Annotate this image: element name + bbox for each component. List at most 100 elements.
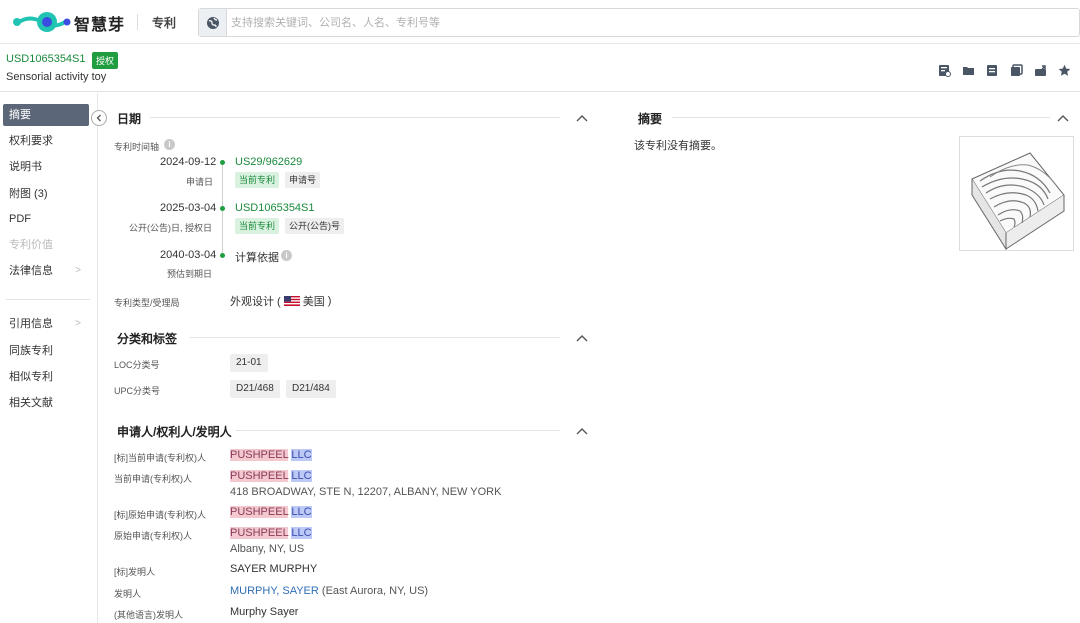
action-toolbar [936,62,1072,78]
name-part: PUSHPEEL [230,470,289,482]
us-flag-icon [283,296,300,306]
type-close: ) [327,295,332,307]
sidebar-item-pdf[interactable]: PDF [3,208,89,230]
section-divider [150,117,560,118]
inventor-link[interactable]: MURPHY, SAYER [230,585,319,597]
patent-type-label: 专利类型/受理局 [114,298,180,308]
timeline-dot [220,160,225,165]
party-name[interactable]: PUSHPEEL LLC [230,470,312,482]
copy-icon[interactable] [1008,62,1024,78]
party-address: Albany, NY, US [230,543,305,555]
upc-chip[interactable]: D21/468 [230,380,280,398]
party-name[interactable]: PUSHPEEL LLC [230,506,312,518]
patent-type-value: 外观设计 ( 美国) [230,293,331,309]
collapse-section-icon[interactable] [576,333,588,343]
report-icon[interactable] [984,62,1000,78]
sidebar-item-literature[interactable]: 相关文献 [3,392,89,414]
sidebar-item-legal[interactable]: 法律信息 > [3,260,89,282]
party-label: [标]发明人 [114,567,156,577]
search-box[interactable] [198,8,1080,37]
patent-drawing-image [971,152,1065,251]
application-number-tag: 申请号 [285,172,321,188]
chevron-left-icon [96,114,101,122]
sidebar-item-similar[interactable]: 相似专利 [3,366,89,388]
event-sublabel: 申请日 [186,177,214,187]
sidebar-item-value: 专利价值 [9,239,53,251]
loc-chip[interactable]: 21-01 [230,354,268,372]
name-part: PUSHPEEL [230,449,289,461]
info-icon[interactable]: i [281,250,292,261]
application-number-link[interactable]: US29/962629 [235,156,302,168]
timeline-dot [220,253,225,258]
patent-title: Sensorial activity toy [6,71,107,83]
event-date: 2025-03-04 [160,202,217,214]
party-name[interactable]: PUSHPEEL LLC [230,449,312,461]
patent-header: USD1065354S1 授权 Sensorial activity toy [0,45,1080,92]
event-date: 2040-03-04 [160,249,217,261]
inventor-location: (East Aurora, NY, US) [321,585,429,597]
sidebar-item-description[interactable]: 说明书 [3,156,89,178]
name-part: LLC [291,506,312,518]
name-part: PUSHPEEL [230,527,289,539]
search-input[interactable] [231,14,1061,32]
status-badge: 授权 [92,52,119,69]
chevron-right-icon: > [75,318,81,329]
sidebar-item-drawings[interactable]: 附图 (3) [3,183,89,205]
section-divider [190,337,560,338]
name-part: LLC [291,527,312,539]
party-name[interactable]: PUSHPEEL LLC [230,527,312,539]
collapse-section-icon[interactable] [576,113,588,123]
inventor-name: SAYER MURPHY [230,563,318,575]
sidebar-item-label: 法律信息 [9,265,53,277]
collapse-section-icon[interactable] [1057,113,1069,123]
party-address: 418 BROADWAY, STE N, 12207, ALBANY, NEW … [230,486,502,498]
upc-label: UPC分类号 [114,386,161,396]
sidebar-item-family[interactable]: 同族专利 [3,340,89,362]
country-name: 美国 [302,296,325,308]
patent-number[interactable]: USD1065354S1 [6,53,86,65]
section-title-parties: 申请人/权利人/发明人 [117,425,232,439]
party-label: 发明人 [114,589,142,599]
module-label[interactable]: 专利 [152,14,176,31]
party-label: 当前申请(专利权)人 [114,474,192,484]
folder-icon[interactable] [960,62,976,78]
sidebar-item-citations[interactable]: 引用信息 > [3,313,89,335]
abstract-text: 该专利没有摘要。 [634,140,722,152]
sidebar: 摘要 权利要求 说明书 附图 (3) PDF 专利价值 法律信息 > 引用信息 > … [0,93,98,623]
share-icon[interactable] [1032,62,1048,78]
calculation-basis: 计算依据 [235,252,279,264]
info-icon[interactable]: i [164,139,175,150]
section-title-dates: 日期 [117,112,142,126]
section-title-classification: 分类和标签 [117,332,178,346]
divider [137,14,138,30]
current-patent-tag: 当前专利 [235,172,280,188]
publication-number-tag: 公开(公告)号 [285,218,344,234]
sidebar-divider [6,299,90,300]
sidebar-item-abstract[interactable]: 摘要 [3,104,89,126]
publication-number-link[interactable]: USD1065354S1 [235,202,315,214]
name-part: LLC [291,470,312,482]
party-label: [标]原始申请(专利权)人 [114,510,206,520]
sidebar-item-label: 引用信息 [9,318,53,330]
logo-text: 智慧芽 [74,17,126,34]
event-sublabel: 预估到期日 [167,269,213,279]
pdf-download-icon[interactable] [936,62,952,78]
collapse-sidebar-button[interactable] [91,110,107,126]
star-icon[interactable] [1056,62,1072,78]
timeline-dot [220,206,225,211]
section-title-abstract: 摘要 [638,112,663,126]
section-divider [236,430,560,431]
patent-drawing-thumbnail[interactable] [959,136,1074,251]
name-part: LLC [291,449,312,461]
party-label: 原始申请(专利权)人 [114,531,192,541]
section-divider [672,117,1050,118]
upc-chip[interactable]: D21/484 [286,380,336,398]
timeline-label: 专利时间轴 [114,142,160,152]
collapse-section-icon[interactable] [576,426,588,436]
globe-icon[interactable] [199,9,227,36]
current-patent-tag: 当前专利 [235,218,280,234]
event-sublabel: 公开(公告)日, 授权日 [129,223,212,233]
inventor-row: MURPHY, SAYER (East Aurora, NY, US) [230,585,428,597]
sidebar-item-claims[interactable]: 权利要求 [3,130,89,152]
event-date: 2024-09-12 [160,156,217,168]
